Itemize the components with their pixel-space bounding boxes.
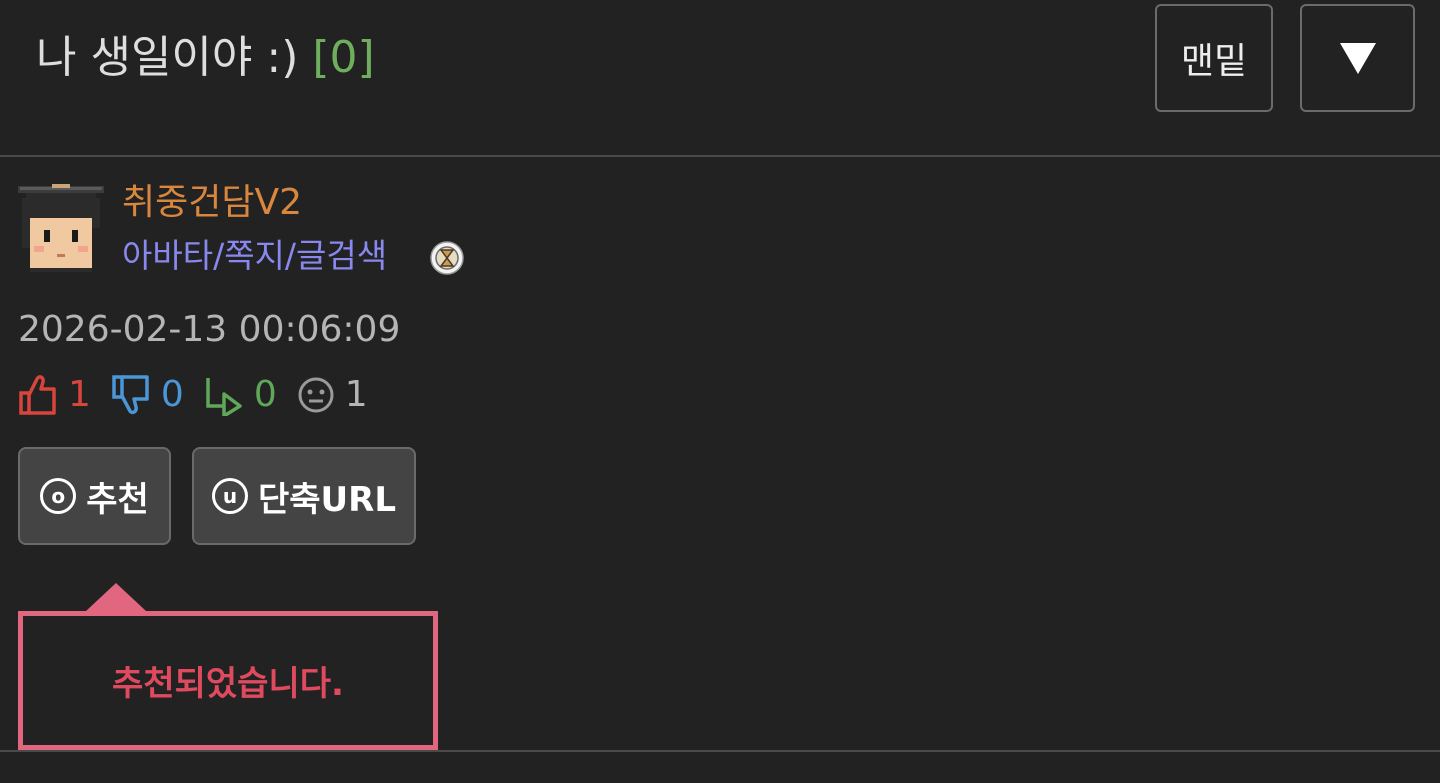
view-stat: 1 (297, 372, 368, 418)
author-links[interactable]: 아바타/쪽지/글검색 (122, 232, 387, 280)
post-title-text: 나 생일이야 :) (36, 32, 299, 83)
scroll-bottom-label: 맨밑 (1180, 41, 1248, 82)
footer-divider (0, 750, 1440, 752)
dislike-stat[interactable]: 0 (111, 372, 184, 418)
toast-message: 추천되었습니다. (112, 664, 344, 704)
like-stat[interactable]: 1 (18, 372, 91, 418)
thumbs-up-icon (19, 375, 56, 415)
short-url-button[interactable]: u 단축URL (192, 447, 416, 545)
hourglass-badge-icon (430, 241, 464, 275)
post-stats: 1 0 0 1 (18, 372, 388, 418)
post-page: 나 생일이야 :) [0] 맨밑 취중건담V2 아바타/쪽지/글검색 2026-… (0, 0, 1440, 783)
comment-count[interactable]: [0] (312, 32, 374, 83)
recommend-label: 추천 (86, 479, 149, 520)
shortcut-key-u-icon: u (211, 478, 248, 514)
dislike-count: 0 (160, 374, 184, 415)
recommend-button[interactable]: o 추천 (18, 447, 171, 545)
post-title: 나 생일이야 :) [0] (36, 28, 375, 88)
reply-stat[interactable]: 0 (204, 372, 277, 418)
short-url-label: 단축URL (257, 479, 396, 520)
reply-count: 0 (253, 374, 277, 415)
menu-down-button[interactable] (1300, 4, 1415, 112)
shortcut-key-o-icon: o (40, 478, 77, 514)
smiley-face-icon (298, 377, 334, 413)
view-count: 1 (344, 374, 368, 415)
toast-pointer (86, 583, 146, 611)
header-divider (0, 155, 1440, 157)
graduate-avatar-icon[interactable] (18, 184, 104, 272)
recommend-toast: 추천되었습니다. (18, 611, 438, 750)
scroll-bottom-button[interactable]: 맨밑 (1155, 4, 1273, 112)
like-count: 1 (68, 374, 91, 415)
reply-arrow-icon (206, 378, 242, 416)
triangle-down-icon (1339, 43, 1376, 74)
author-nickname[interactable]: 취중건담V2 (122, 178, 302, 228)
post-date: 2026-02-13 00:06:09 (18, 309, 401, 350)
thumbs-down-icon (112, 375, 149, 415)
post-header: 나 생일이야 :) [0] 맨밑 (0, 0, 1440, 156)
